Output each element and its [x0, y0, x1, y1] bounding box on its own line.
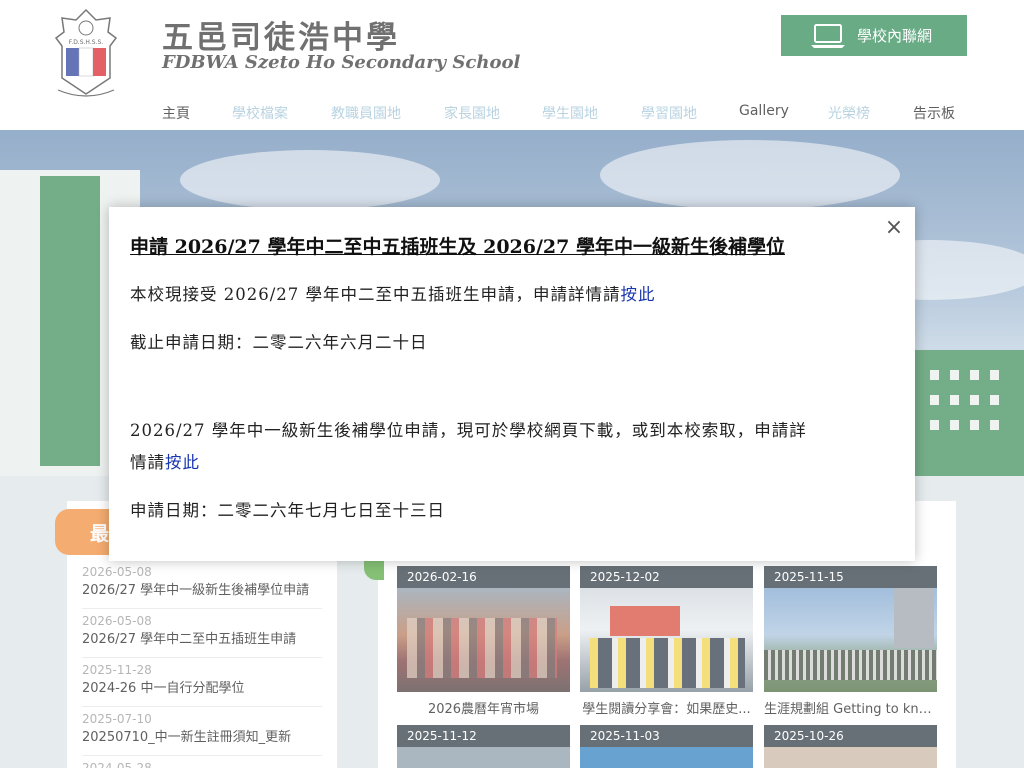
modal-paragraph-s1: 2026/27 學年中一級新生後補學位申請，現可於學校網頁下載，或到本校索取，申… — [130, 421, 807, 440]
modal-paragraph-text: 情請 — [130, 453, 165, 472]
modal-paragraph-text: 本校現接受 2026/27 學年中二至中五插班生申請，申請詳情請 — [130, 285, 621, 304]
modal-deadline: 截止申請日期：二零二六年六月二十日 — [130, 333, 428, 352]
modal-paragraph-s1-cont: 情請按此 — [130, 447, 200, 479]
modal-paragraph-transfer: 本校現接受 2026/27 學年中二至中五插班生申請，申請詳情請按此 — [130, 279, 656, 311]
close-icon[interactable]: × — [884, 217, 904, 239]
modal-application-date: 申請日期：二零二六年七月七日至十三日 — [130, 501, 445, 520]
s1-apply-link[interactable]: 按此 — [165, 453, 200, 472]
modal-title: 申請 2026/27 學年中二至中五插班生及 2026/27 學年中一級新生後補… — [130, 236, 785, 258]
transfer-apply-link[interactable]: 按此 — [621, 285, 656, 304]
